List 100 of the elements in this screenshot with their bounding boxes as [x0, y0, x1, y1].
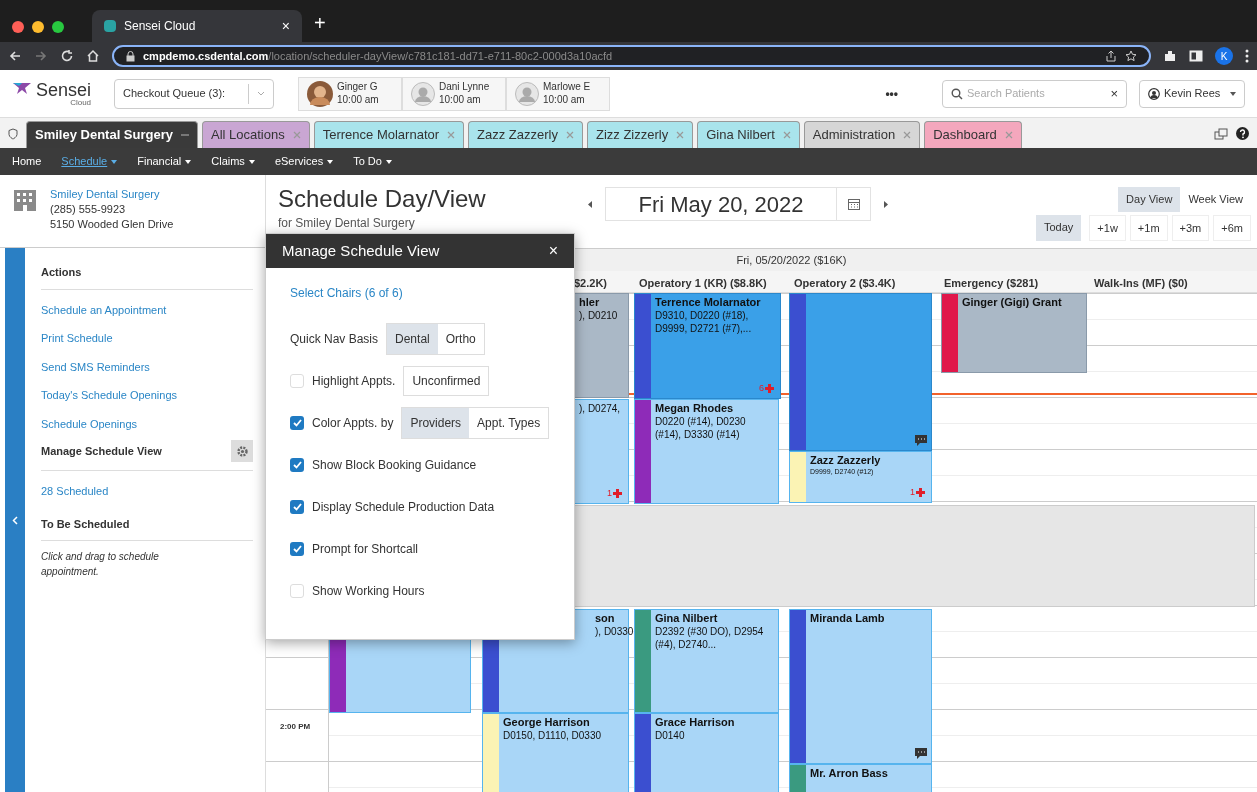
- sidebar-icon[interactable]: [1189, 49, 1203, 63]
- unconfirmed-button[interactable]: Unconfirmed: [403, 366, 490, 396]
- comment-icon[interactable]: [915, 435, 927, 446]
- section-heading: Actions: [41, 264, 253, 290]
- person-avatar-icon: [515, 81, 539, 106]
- action-link[interactable]: Today's Schedule Openings: [41, 387, 178, 404]
- jump-button[interactable]: +6m: [1213, 214, 1251, 241]
- patient-chip[interactable]: Dani Lynne 10:00 am: [402, 76, 506, 111]
- extensions-icon[interactable]: [1163, 49, 1177, 63]
- checkbox[interactable]: [290, 416, 304, 430]
- patient-name: Miranda Lamb: [810, 612, 885, 625]
- appointment-block[interactable]: Miranda Lamb: [789, 609, 932, 764]
- maximize-window-icon[interactable]: [52, 21, 64, 33]
- appointment-block[interactable]: Megan Rhodes D0220 (#14), D0230 (#14), D3330 (#14): [634, 399, 779, 504]
- user-icon: [1148, 87, 1160, 100]
- search-icon: [951, 87, 963, 100]
- scheduled-count-link[interactable]: 28 Scheduled: [41, 483, 109, 500]
- phone-number: (285) 555-9923: [50, 202, 127, 217]
- location-tab[interactable]: Zazz Zazzerly: [468, 121, 583, 148]
- action-link[interactable]: Send SMS Reminders: [41, 358, 150, 375]
- checkbox[interactable]: [290, 542, 304, 556]
- patient-name: hler: [579, 296, 601, 309]
- share-icon[interactable]: [1105, 50, 1117, 62]
- select-chairs-link[interactable]: Select Chairs (6 of 6): [290, 284, 403, 302]
- location-tab[interactable]: Gina Nilbert: [697, 121, 800, 148]
- appointment-block[interactable]: Mr. Arron Bass: [789, 764, 932, 792]
- reload-icon[interactable]: [60, 49, 74, 63]
- home-icon[interactable]: [86, 49, 100, 63]
- site-icon: [104, 20, 116, 32]
- user-menu-button[interactable]: Kevin Rees: [1139, 79, 1245, 108]
- page-title: Schedule Day/View: [278, 187, 486, 211]
- close-button[interactable]: ×: [548, 239, 558, 263]
- segmented-option[interactable]: Providers: [402, 408, 470, 438]
- appointment-block[interactable]: George Harrison D0150, D1110, D0330: [482, 713, 629, 792]
- appointment-block[interactable]: Terrence Molarnator D9310, D0220 (#18), D9999, D2721 (#7),... 6: [634, 293, 781, 399]
- location-tab[interactable]: Smiley Dental Surgery: [26, 121, 198, 148]
- back-arrow-icon[interactable]: [8, 49, 22, 63]
- collapse-sidebar-handle[interactable]: [5, 248, 25, 792]
- browser-menu-icon[interactable]: [1245, 49, 1249, 63]
- date-field[interactable]: Fri May 20, 2022: [605, 187, 871, 221]
- nav-menu-item[interactable]: Claims: [211, 153, 255, 170]
- segmented-option[interactable]: Dental: [387, 324, 438, 354]
- option-label: Quick Nav Basis: [290, 331, 379, 348]
- windows-icon[interactable]: [1214, 127, 1228, 140]
- checkbox[interactable]: [290, 374, 304, 388]
- nav-menu-item[interactable]: Schedule: [61, 153, 118, 170]
- previous-day-icon[interactable]: [588, 201, 593, 208]
- calendar-icon[interactable]: [847, 198, 860, 210]
- clear-search-button[interactable]: ×: [1110, 83, 1118, 104]
- tab-close-button[interactable]: ×: [281, 15, 290, 37]
- action-link[interactable]: Schedule an Appointment: [41, 301, 167, 318]
- next-day-icon[interactable]: [883, 201, 888, 208]
- minimize-window-icon[interactable]: [32, 21, 44, 33]
- location-tab[interactable]: Dashboard: [924, 121, 1022, 148]
- location-tab[interactable]: Zizz Zizzerly: [586, 121, 694, 148]
- nav-menu-item[interactable]: To Do: [353, 153, 392, 170]
- checkbox[interactable]: [290, 458, 304, 472]
- action-link[interactable]: Schedule Openings: [41, 415, 137, 432]
- star-icon[interactable]: [1125, 50, 1137, 62]
- nav-menu-item[interactable]: Financial: [137, 153, 192, 170]
- browser-tab[interactable]: Sensei Cloud ×: [92, 10, 302, 42]
- view-toggle-button[interactable]: Day View: [1118, 187, 1181, 212]
- location-link[interactable]: Smiley Dental Surgery: [50, 187, 174, 202]
- jump-button[interactable]: +3m: [1171, 214, 1210, 241]
- close-window-icon[interactable]: [12, 21, 24, 33]
- shield-icon: [8, 128, 18, 140]
- chevron-left-icon: [12, 515, 18, 525]
- appointment-block[interactable]: Gina Nilbert D2392 (#30 DO), D2954 (#4), D2740...: [634, 609, 779, 713]
- location-tab[interactable]: Terrence Molarnator: [313, 121, 465, 148]
- help-icon[interactable]: [1236, 127, 1249, 140]
- jump-button[interactable]: +1m: [1129, 214, 1168, 241]
- checkout-queue-dropdown[interactable]: Checkout Queue (3):: [114, 78, 274, 109]
- day-header: Fri, 05/20/2022 ($16K): [736, 252, 847, 268]
- location-tab[interactable]: Administration: [803, 121, 921, 148]
- procedure-codes: D2392 (#30 DO), D2954 (#4), D2740...: [655, 625, 765, 651]
- checkbox[interactable]: [290, 584, 304, 598]
- jump-button[interactable]: +1w: [1089, 214, 1126, 241]
- nav-menu-item[interactable]: eServices: [274, 153, 334, 170]
- comment-icon[interactable]: [915, 748, 927, 759]
- procedure-codes: D0150, D1110, D0330: [503, 729, 602, 742]
- location-tab[interactable]: All Locations: [202, 121, 310, 148]
- profile-avatar[interactable]: K: [1215, 47, 1233, 65]
- nav-menu-item[interactable]: Home: [12, 153, 42, 170]
- checkbox[interactable]: [290, 500, 304, 514]
- appointment-block[interactable]: Ginger (Gigi) Grant: [941, 293, 1087, 373]
- procedure-codes: ), D0274,: [579, 402, 621, 415]
- forward-arrow-icon[interactable]: [34, 49, 48, 63]
- patient-chip[interactable]: Marlowe E 10:00 am: [506, 76, 610, 111]
- appointment-block[interactable]: Grace Harrison D0140: [634, 713, 779, 792]
- logo-icon: [12, 80, 32, 95]
- patient-chip[interactable]: Ginger G 10:00 am: [298, 76, 402, 111]
- today-button[interactable]: Today: [1036, 214, 1082, 241]
- action-link[interactable]: Print Schedule: [41, 330, 113, 347]
- settings-button[interactable]: [231, 440, 253, 462]
- caret-icon: [111, 159, 118, 164]
- search-field[interactable]: Search Patients ×: [942, 79, 1127, 108]
- new-tab-button[interactable]: +: [314, 8, 326, 42]
- patient-name: Ginger (Gigi) Grant: [962, 296, 1062, 309]
- address-bar[interactable]: cmpdemo.csdental.com/location/scheduler-dayView/c781c181-dd71-e711-80c2-000d3a10acfd: [112, 45, 1151, 67]
- more-button[interactable]: •••: [885, 84, 898, 103]
